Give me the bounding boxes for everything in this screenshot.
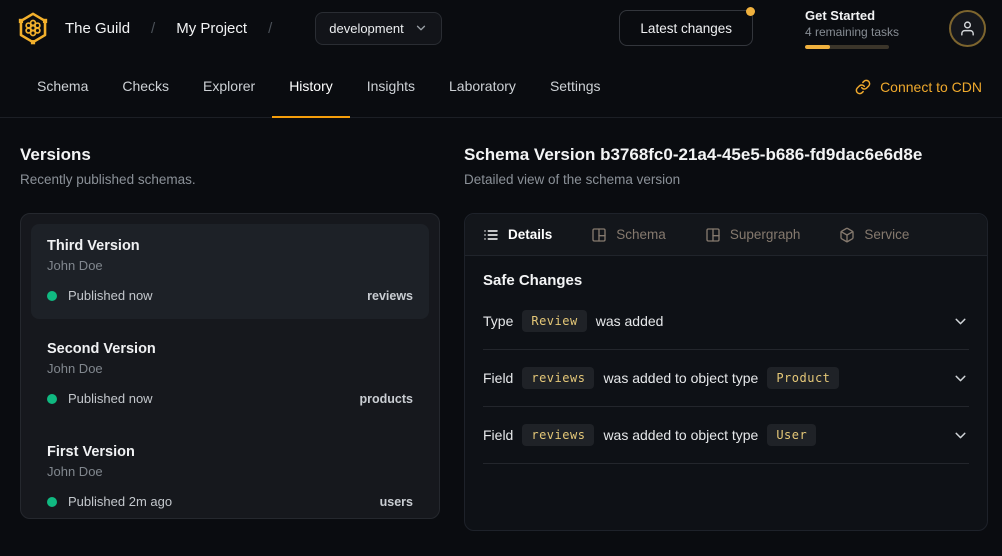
target-nav: Schema Checks Explorer History Insights …	[0, 56, 1002, 118]
field-badge: reviews	[522, 424, 594, 446]
changes-section: Safe Changes Type Review was added Field…	[465, 256, 987, 464]
versions-title: Versions	[20, 145, 440, 165]
tab-history[interactable]: History	[272, 56, 350, 118]
top-header: The Guild / My Project / development Lat…	[0, 0, 1002, 56]
type-badge: User	[767, 424, 816, 446]
columns-icon	[591, 227, 607, 243]
tab-details-label: Details	[508, 227, 552, 242]
version-author: John Doe	[47, 258, 413, 273]
field-badge: reviews	[522, 367, 594, 389]
get-started-subtitle: 4 remaining tasks	[805, 24, 897, 40]
tab-schema-label: Schema	[616, 227, 666, 242]
version-card-third[interactable]: Third Version John Doe Published now rev…	[31, 224, 429, 319]
type-badge: Review	[522, 310, 586, 332]
change-row-field-product[interactable]: Field reviews was added to object type P…	[483, 350, 969, 407]
breadcrumb-separator: /	[268, 20, 272, 37]
versions-list: Third Version John Doe Published now rev…	[20, 213, 440, 519]
get-started-widget[interactable]: Get Started 4 remaining tasks	[805, 7, 897, 49]
versions-subtitle: Recently published schemas.	[20, 172, 440, 187]
tab-explorer[interactable]: Explorer	[186, 56, 272, 118]
user-avatar[interactable]	[949, 10, 986, 47]
schema-version-title: Schema Version b3768fc0-21a4-45e5-b686-f…	[464, 145, 988, 165]
latest-changes-label: Latest changes	[640, 21, 732, 36]
get-started-progress-bar	[805, 45, 889, 49]
chevron-down-icon	[414, 21, 428, 35]
tab-details[interactable]: Details	[483, 227, 552, 243]
schema-version-subtitle: Detailed view of the schema version	[464, 172, 988, 187]
change-row-type-review[interactable]: Type Review was added	[483, 293, 969, 350]
service-name: reviews	[367, 289, 413, 303]
breadcrumb-project[interactable]: My Project	[176, 20, 247, 37]
change-prefix: Type	[483, 313, 513, 329]
cube-icon	[839, 227, 855, 243]
tab-schema-sdl[interactable]: Schema	[591, 227, 666, 243]
get-started-progress-fill	[805, 45, 830, 49]
change-prefix: Field	[483, 370, 513, 386]
published-status-dot	[47, 497, 57, 507]
version-author: John Doe	[47, 464, 413, 479]
user-icon	[959, 20, 976, 37]
tab-supergraph-label: Supergraph	[730, 227, 801, 242]
tab-insights[interactable]: Insights	[350, 56, 432, 118]
version-card-second[interactable]: Second Version John Doe Published now pr…	[31, 327, 429, 422]
change-middle: was added to object type	[603, 370, 758, 386]
breadcrumb-org[interactable]: The Guild	[65, 20, 130, 37]
connect-to-cdn-link[interactable]: Connect to CDN	[855, 56, 982, 117]
service-name: users	[380, 495, 413, 509]
guild-hive-logo-icon[interactable]	[16, 10, 50, 46]
tab-checks[interactable]: Checks	[105, 56, 186, 118]
latest-changes-button[interactable]: Latest changes	[619, 10, 753, 46]
version-name: Second Version	[47, 341, 413, 357]
main-content: Versions Recently published schemas. Thi…	[0, 118, 1002, 531]
tab-settings[interactable]: Settings	[533, 56, 618, 118]
version-card-first[interactable]: First Version John Doe Published 2m ago …	[31, 430, 429, 525]
safe-changes-heading: Safe Changes	[483, 272, 969, 289]
change-row-field-user[interactable]: Field reviews was added to object type U…	[483, 407, 969, 464]
tab-schema[interactable]: Schema	[20, 56, 105, 118]
link-icon	[855, 79, 871, 95]
published-label: Published now	[68, 288, 153, 303]
version-name: First Version	[47, 444, 413, 460]
tab-laboratory[interactable]: Laboratory	[432, 56, 533, 118]
tab-service-label: Service	[864, 227, 909, 242]
service-name: products	[360, 392, 413, 406]
published-status-dot	[47, 291, 57, 301]
breadcrumb-separator: /	[151, 20, 155, 37]
version-author: John Doe	[47, 361, 413, 376]
change-middle: was added	[596, 313, 664, 329]
published-label: Published now	[68, 391, 153, 406]
versions-panel: Versions Recently published schemas. Thi…	[20, 145, 440, 531]
target-selector-dropdown[interactable]: development	[315, 12, 441, 45]
tab-supergraph[interactable]: Supergraph	[705, 227, 801, 243]
connect-to-cdn-label: Connect to CDN	[880, 79, 982, 95]
change-prefix: Field	[483, 427, 513, 443]
type-badge: Product	[767, 367, 839, 389]
published-status-dot	[47, 394, 57, 404]
columns-icon	[705, 227, 721, 243]
notification-dot	[746, 7, 755, 16]
chevron-down-icon[interactable]	[952, 370, 969, 387]
chevron-down-icon[interactable]	[952, 313, 969, 330]
schema-version-details: Details Schema Supergraph	[464, 213, 988, 531]
change-middle: was added to object type	[603, 427, 758, 443]
get-started-title: Get Started	[805, 7, 897, 24]
published-label: Published 2m ago	[68, 494, 172, 509]
tab-service[interactable]: Service	[839, 227, 909, 243]
chevron-down-icon[interactable]	[952, 427, 969, 444]
detail-tabs: Details Schema Supergraph	[465, 214, 987, 256]
target-selector-value: development	[329, 21, 403, 36]
list-icon	[483, 227, 499, 243]
schema-version-panel: Schema Version b3768fc0-21a4-45e5-b686-f…	[464, 145, 988, 531]
version-name: Third Version	[47, 238, 413, 254]
